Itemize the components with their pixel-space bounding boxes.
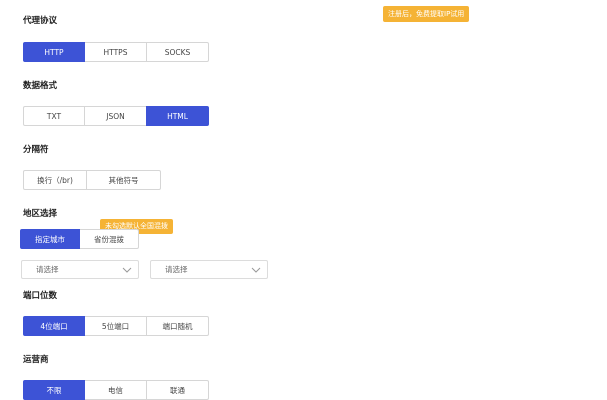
region-select-city[interactable]: 请选择	[150, 260, 268, 279]
format-json-button[interactable]: JSON	[84, 106, 147, 126]
region-city-button[interactable]: 指定城市	[20, 229, 80, 249]
region-province-button[interactable]: 省份混拨	[79, 229, 139, 249]
separator-selector: 换行（/br) 其他符号	[23, 170, 161, 190]
region-select-city-placeholder: 请选择	[165, 265, 188, 274]
region-selector: 指定城市 省份混拨	[20, 229, 139, 249]
port-label: 端口位数	[23, 291, 58, 301]
chevron-down-icon	[251, 267, 261, 273]
protocol-https-button[interactable]: HTTPS	[84, 42, 147, 62]
isp-label: 运营商	[23, 355, 49, 365]
protocol-http-button[interactable]: HTTP	[23, 42, 85, 62]
format-html-button[interactable]: HTML	[146, 106, 209, 126]
separator-label: 分隔符	[23, 145, 49, 155]
isp-selector: 不限 电信 联通	[23, 380, 209, 400]
protocol-socks-button[interactable]: SOCKS	[146, 42, 209, 62]
separator-other-button[interactable]: 其他符号	[86, 170, 161, 190]
chevron-down-icon	[122, 267, 132, 273]
port-5digit-button[interactable]: 5位端口	[84, 316, 147, 336]
isp-unicom-button[interactable]: 联通	[146, 380, 209, 400]
isp-telecom-button[interactable]: 电信	[84, 380, 147, 400]
region-select-province-placeholder: 请选择	[36, 265, 59, 274]
region-select-province[interactable]: 请选择	[21, 260, 139, 279]
protocol-label: 代理协议	[23, 16, 58, 26]
port-random-button[interactable]: 端口随机	[146, 316, 209, 336]
format-txt-button[interactable]: TXT	[23, 106, 85, 126]
isp-unlimited-button[interactable]: 不限	[23, 380, 85, 400]
region-label: 地区选择	[23, 209, 58, 219]
port-selector: 4位端口 5位端口 端口随机	[23, 316, 209, 336]
separator-newline-button[interactable]: 换行（/br)	[23, 170, 87, 190]
free-trial-tooltip: 注册后，免费提取IP试用	[383, 6, 470, 22]
format-label: 数据格式	[23, 81, 58, 91]
protocol-selector: HTTP HTTPS SOCKS	[23, 42, 209, 62]
port-4digit-button[interactable]: 4位端口	[23, 316, 85, 336]
format-selector: TXT JSON HTML	[23, 106, 209, 126]
